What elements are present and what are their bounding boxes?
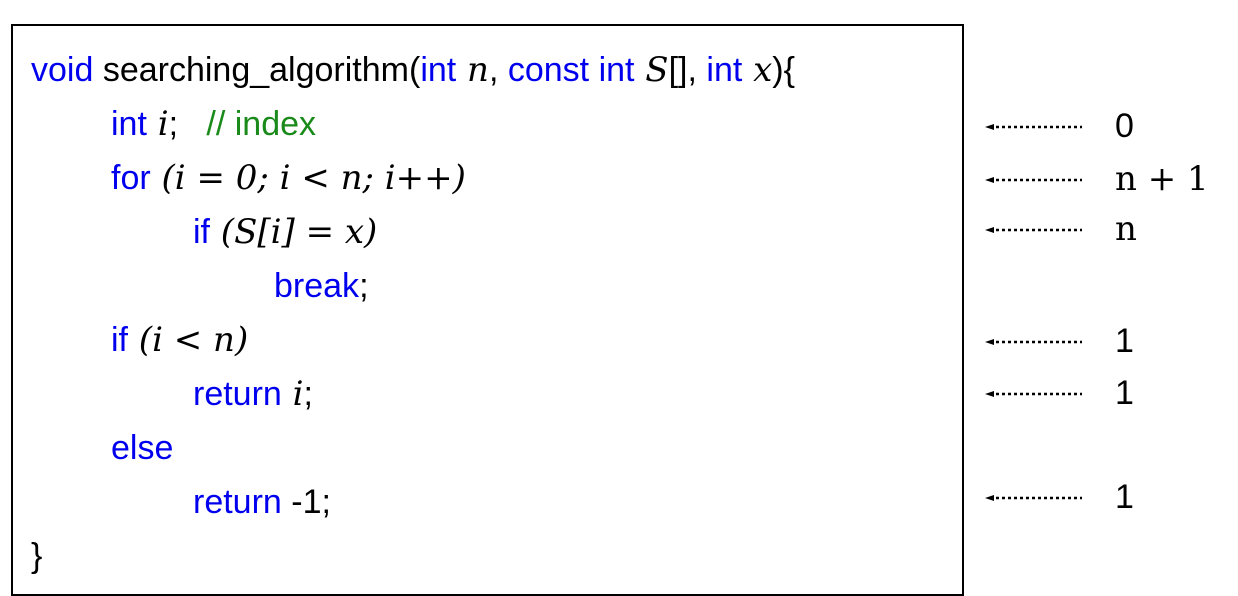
keyword-return: return — [193, 483, 282, 521]
keyword-const-int: const int — [507, 51, 635, 89]
code-line-else: else — [111, 426, 173, 470]
dotted-left-arrow-icon — [985, 339, 1082, 345]
keyword-int: int — [111, 105, 147, 143]
code-listing-box: void searching_algorithm(int n, const in… — [11, 24, 964, 596]
closing-brace: } — [31, 537, 43, 575]
array-brackets: [], — [668, 51, 707, 89]
dotted-left-arrow-icon — [985, 124, 1082, 130]
variable-i: i — [146, 104, 169, 144]
execution-count: n — [1115, 209, 1137, 249]
code-line-declare-i: int i; // index — [111, 102, 316, 146]
code-line-break: break; — [274, 264, 369, 308]
execution-count: 1 — [1115, 478, 1134, 516]
code-line-if-found: if (i < n) — [111, 318, 248, 362]
keyword-int: int — [706, 51, 743, 89]
for-expression: (i = 0; i < n; i++) — [150, 158, 466, 198]
semicolon: ; — [303, 375, 313, 413]
function-name: searching_algorithm( — [93, 51, 421, 89]
comment-index: // index — [206, 105, 317, 143]
execution-count: 1 — [1115, 374, 1134, 412]
keyword-if: if — [193, 213, 210, 251]
keyword-return: return — [193, 375, 282, 413]
dotted-left-arrow-icon — [985, 177, 1082, 183]
keyword-void: void — [31, 51, 94, 89]
return-value: -1; — [281, 483, 331, 521]
signature-close: ){ — [772, 51, 795, 89]
code-line-for: for (i = 0; i < n; i++) — [111, 156, 466, 200]
code-line-if-compare: if (S[i] = x) — [193, 210, 377, 254]
dotted-left-arrow-icon — [985, 227, 1082, 233]
code-line-closing-brace: } — [31, 534, 42, 578]
if-expression: (S[i] = x) — [210, 212, 378, 252]
param-x: x — [742, 50, 773, 90]
code-line-return-minus-one: return -1; — [193, 480, 331, 524]
semicolon: ; — [168, 105, 207, 143]
if-found-expression: (i < n) — [128, 320, 249, 360]
dotted-left-arrow-icon — [985, 495, 1082, 501]
keyword-for: for — [111, 159, 151, 197]
separator: , — [488, 51, 508, 89]
dotted-left-arrow-icon — [985, 391, 1082, 397]
param-S: S — [634, 50, 669, 90]
semicolon: ; — [359, 267, 369, 305]
code-line-return-i: return i; — [193, 372, 313, 416]
execution-count: 0 — [1115, 107, 1134, 145]
keyword-else: else — [111, 429, 174, 467]
variable-i: i — [281, 374, 304, 414]
execution-count: n + 1 — [1115, 159, 1209, 199]
keyword-break: break — [274, 267, 360, 305]
code-line-signature: void searching_algorithm(int n, const in… — [31, 48, 795, 92]
param-n: n — [456, 50, 489, 90]
keyword-int: int — [420, 51, 457, 89]
keyword-if: if — [111, 321, 128, 359]
execution-count: 1 — [1115, 322, 1134, 360]
